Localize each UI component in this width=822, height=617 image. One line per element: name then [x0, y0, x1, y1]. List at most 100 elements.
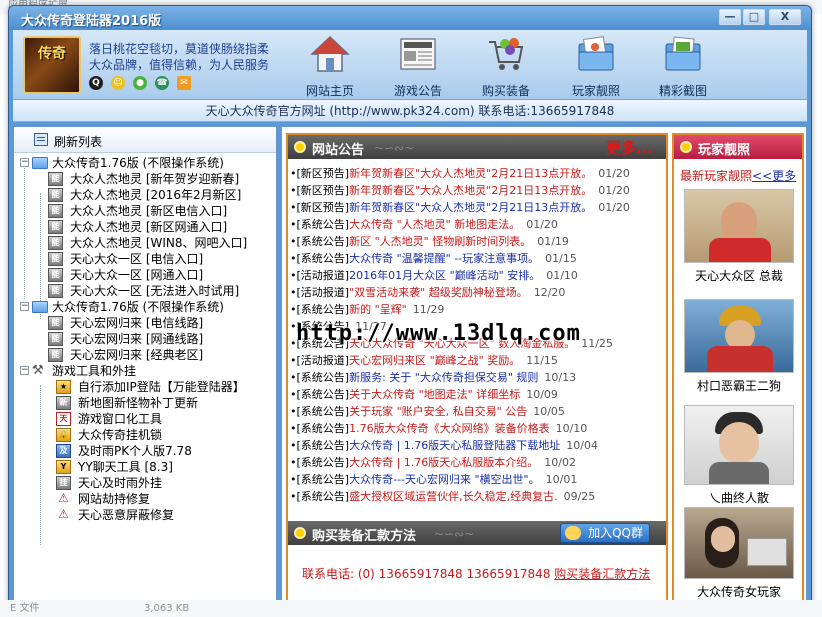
close-button[interactable]: X	[769, 9, 801, 25]
content-panel: 网站公告 ~∽∾~ 更多... •[新区预告]新年贺新春区"大众人杰地灵"2月2…	[281, 126, 807, 604]
news-title-link[interactable]: "双雪活动来袭" 超级奖励神秘登场。	[349, 286, 528, 299]
news-item[interactable]: •[系统公告]大众传奇 "人杰地灵" 新地图走法。 01/20	[290, 216, 664, 233]
wechat-icon[interactable]: ●	[133, 76, 147, 90]
news-item[interactable]: •[系统公告]关于玩家 "账户安全, 私自交易" 公告 10/05	[290, 403, 664, 420]
news-title-link[interactable]: 新年贺新春区"大众人杰地灵"2月21日13点开放。	[349, 201, 592, 214]
phone-icon[interactable]: ☎	[155, 76, 169, 90]
nav-buy-equipment-label: 购买装备	[481, 84, 530, 98]
news-item[interactable]: •[系统公告]新的 "呈辉" 11/29	[290, 301, 664, 318]
nav-screenshots-label: 精彩截图	[658, 84, 707, 98]
news-title-link[interactable]: 大众传奇---天心宏网归来 "横空出世"。	[349, 473, 540, 486]
player-photo-card[interactable]: 大众传奇女玩家	[684, 507, 794, 600]
newspaper-icon	[400, 38, 436, 70]
news-item[interactable]: •[活动报道]2016年01月大众区 "巅峰活动" 安排。 01/10	[290, 267, 664, 284]
player-photos-title: 玩家靓照	[698, 143, 751, 158]
tree-item-label: 大众人杰地灵 [新年贺岁迎新春]	[70, 172, 240, 186]
news-title-link[interactable]: 新年贺新春区"大众人杰地灵"2月21日13点开放。	[349, 184, 592, 197]
news-item[interactable]: •[系统公告]1.76版大众传奇《大众网络》装备价格表 10/10	[290, 420, 664, 437]
nav-announcement-button[interactable]: 游戏公告	[385, 32, 451, 98]
collapse-toggle[interactable]: −	[20, 302, 29, 311]
news-item[interactable]: •[系统公告]新区 "人杰地灵" 怪物刷新时间列表。 01/19	[290, 233, 664, 250]
news-title-link[interactable]: 2016年01月大众区 "巅峰活动" 安排。	[349, 269, 540, 282]
collapse-toggle[interactable]: −	[20, 158, 29, 167]
news-item[interactable]: •[活动报道]"双雪活动来袭" 超级奖励神秘登场。 12/20	[290, 284, 664, 301]
news-date: 01/10	[546, 269, 578, 282]
nav-buy-equipment-button[interactable]: 购买装备	[473, 32, 539, 98]
title-bar[interactable]: 大众传奇登陆器2016版 — □ X	[9, 6, 811, 30]
player-photo-caption: 天心大众区 总裁	[695, 269, 783, 283]
nav-player-photos-label: 玩家靓照	[571, 84, 620, 98]
player-photo[interactable]	[684, 299, 794, 373]
news-title-link[interactable]: 新服务: 关于 "大众传奇担保交易" 规则	[349, 371, 538, 384]
photo-folder-icon	[578, 36, 614, 71]
news-item[interactable]: •[系统公告]新服务: 关于 "大众传奇担保交易" 规则 10/13	[290, 369, 664, 386]
latest-photos-more-link[interactable]: <<更多	[752, 169, 796, 183]
news-title-link[interactable]: 大众传奇 | 1.76版天心私服版本介绍。	[349, 456, 538, 469]
tree-item-label: 天心宏网归来 [电信线路]	[70, 316, 204, 330]
news-title-link[interactable]: 关于大众传奇 "地图走法" 详细坐标	[349, 388, 520, 401]
screenshot-folder-icon	[665, 36, 701, 71]
news-title-link[interactable]: 新年贺新春区"大众人杰地灵"2月21日13点开放。	[349, 167, 592, 180]
news-category: [新区预告]	[296, 184, 350, 197]
nav-announcement-label: 游戏公告	[393, 84, 442, 98]
news-date: 11/29	[412, 303, 445, 316]
tree-item-label: 网站劫持修复	[78, 492, 151, 506]
news-title-link[interactable]: 大众传奇 "温馨提醒" --玩家注意事项。	[349, 252, 539, 265]
news-category: [新区预告]	[296, 167, 350, 180]
news-item[interactable]: •[新区预告]新年贺新春区"大众人杰地灵"2月21日13点开放。 01/20	[290, 199, 664, 216]
qq-icon[interactable]: Q	[89, 76, 103, 90]
news-item[interactable]: •[新区预告]新年贺新春区"大众人杰地灵"2月21日13点开放。 01/20	[290, 165, 664, 182]
tree-item-label: 大众人杰地灵 [新区网通入口]	[70, 220, 228, 234]
news-item[interactable]: •[系统公告]关于大众传奇 "地图走法" 详细坐标 10/09	[290, 386, 664, 403]
news-title-link[interactable]: 大众传奇 | 1.76版天心私服登陆器下载地址	[349, 439, 560, 452]
swirl-decoration: ~∽∾~	[374, 141, 415, 155]
news-date: 10/09	[526, 388, 558, 401]
minimize-button[interactable]: —	[719, 9, 741, 25]
collapse-toggle[interactable]: −	[20, 366, 29, 375]
nav-screenshots-button[interactable]: 精彩截图	[650, 32, 716, 98]
player-photo-card[interactable]: 乀曲终人散	[684, 405, 794, 506]
game-icon: 能	[48, 268, 63, 282]
news-date: 10/04	[566, 439, 598, 452]
news-title-link[interactable]: 1.76版大众传奇《大众网络》装备价格表	[349, 422, 550, 435]
news-title-link[interactable]: 关于玩家 "账户安全, 私自交易" 公告	[349, 405, 527, 418]
news-date: 10/02	[544, 456, 576, 469]
mail-icon[interactable]: ✉	[177, 76, 191, 90]
news-item[interactable]: •[系统公告]大众传奇 "温馨提醒" --玩家注意事项。 01/15	[290, 250, 664, 267]
tree-item-label: 新地图新怪物补丁更新	[78, 396, 199, 410]
nav-home-button[interactable]: 网站主页	[297, 32, 363, 98]
news-title-link[interactable]: 新的 "呈辉"	[349, 303, 407, 316]
news-more-link[interactable]: 更多...	[606, 137, 653, 158]
latest-photos-line: 最新玩家靓照<<更多	[680, 167, 796, 184]
lock-icon: 🔒	[56, 428, 71, 442]
tree-item-label: 天心大众一区 [电信入口]	[70, 252, 204, 266]
payment-method-link[interactable]: 购买装备汇款方法	[554, 567, 650, 581]
maximize-button[interactable]: □	[743, 9, 765, 25]
news-item[interactable]: •[系统公告]大众传奇 | 1.76版天心私服登陆器下载地址 10/04	[290, 437, 664, 454]
news-item[interactable]: •[系统公告]大众传奇---天心宏网归来 "横空出世"。 10/01	[290, 471, 664, 488]
player-photo-card[interactable]: 村口恶霸王二狗	[684, 299, 794, 394]
news-title-link[interactable]: 新区 "人杰地灵" 怪物刷新时间列表。	[349, 235, 531, 248]
news-category: [系统公告]	[296, 405, 350, 418]
game-icon: 能	[48, 316, 63, 330]
tree-item-label: 自行添加IP登陆【万能登陆器】	[78, 380, 245, 394]
nav-player-photos-button[interactable]: 玩家靓照	[563, 32, 629, 98]
news-item[interactable]: •[活动报道]天心宏网归来区 "巅峰之战" 奖励。 11/15	[290, 352, 664, 369]
news-title-link[interactable]: 大众传奇 "人杰地灵" 新地图走法。	[349, 218, 520, 231]
news-title-link[interactable]: 天心宏网归来区 "巅峰之战" 奖励。	[349, 354, 520, 367]
news-category: [系统公告]	[296, 235, 350, 248]
player-photo[interactable]	[684, 405, 794, 485]
news-item[interactable]: •[新区预告]新年贺新春区"大众人杰地灵"2月21日13点开放。 01/20	[290, 182, 664, 199]
news-item[interactable]: •[系统公告]大众传奇 | 1.76版天心私服版本介绍。 10/02	[290, 454, 664, 471]
header-banner: 传奇 落日桃花空毯切，莫道侠肠绕指柔 大众品牌，值得信赖，为人民服务 Q ☺ ● ☎ ✉…	[13, 30, 807, 100]
news-date: 12/20	[533, 286, 566, 299]
contact-line: 联系电话: (0) 13665917848 13665917848 购买装备汇款…	[302, 565, 650, 582]
emoji-icon[interactable]: ☺	[111, 76, 125, 90]
player-photo[interactable]	[684, 507, 794, 579]
join-qq-group-button[interactable]: 加入QQ群	[560, 523, 650, 543]
news-item[interactable]: •[系统公告]盛大授权区域运营伙伴,长久稳定,经典复古. 09/25	[290, 488, 664, 505]
news-title-link[interactable]: 盛大授权区域运营伙伴,长久稳定,经典复古.	[349, 490, 558, 503]
player-photo[interactable]	[684, 189, 794, 263]
player-photo-card[interactable]: 天心大众区 总裁	[684, 189, 794, 284]
refresh-list-button[interactable]: 刷新列表	[14, 127, 276, 153]
